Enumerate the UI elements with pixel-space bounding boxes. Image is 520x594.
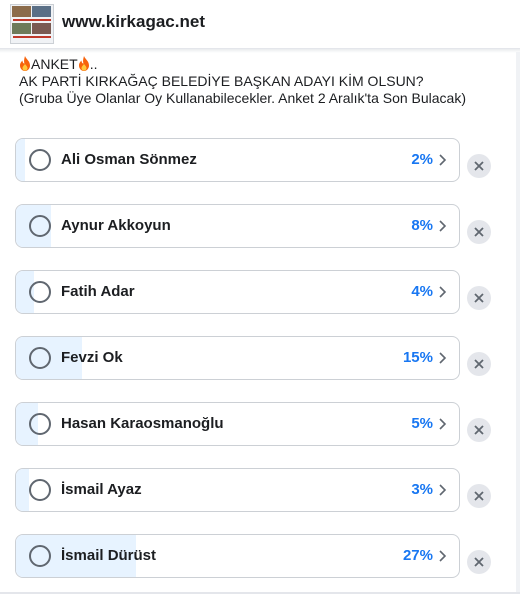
thumbnail-banner [13,36,51,38]
close-icon [474,359,484,369]
chevron-right-icon [439,484,447,496]
poll-option-ismail-durust[interactable]: İsmail Dürüst 27% [15,534,460,578]
vote-fill-bar [16,139,25,181]
radio-button[interactable] [29,215,51,237]
thumbnail-image [32,23,51,34]
post-line-1-suffix: .. [89,56,98,72]
fire-icon [20,56,30,71]
radio-button[interactable] [29,347,51,369]
radio-button[interactable] [29,545,51,567]
option-percent: 27% [402,547,433,564]
option-label: Ali Osman Sönmez [61,151,197,168]
chevron-right-icon [439,550,447,562]
close-icon [474,293,484,303]
poll-option-ismail-ayaz[interactable]: İsmail Ayaz 3% [15,468,460,512]
post-line-2: AK PARTİ KIRKAĞAÇ BELEDİYE BAŞKAN ADAYI … [19,73,424,89]
remove-option-button[interactable] [467,550,491,574]
post-text: ANKET .. AK PARTİ KIRKAĞAÇ BELEDİYE BAŞK… [19,56,514,107]
option-label: İsmail Dürüst [61,547,157,564]
chevron-right-icon [439,286,447,298]
poll-option-fatih-adar[interactable]: Fatih Adar 4% [15,270,460,314]
remove-option-button[interactable] [467,418,491,442]
chevron-right-icon [439,352,447,364]
poll-option-hasan-karaosmanoglu[interactable]: Hasan Karaosmanoğlu 5% [15,402,460,446]
thumbnail-image [12,23,31,34]
page-avatar-icon[interactable] [10,4,54,44]
option-percent: 5% [411,415,433,432]
post-line-3: (Gruba Üye Olanlar Oy Kullanabilecekler.… [19,90,467,106]
poll-option-ali-osman-sonmez[interactable]: Ali Osman Sönmez 2% [15,138,460,182]
radio-button[interactable] [29,149,51,171]
option-percent: 15% [402,349,433,366]
option-label: Hasan Karaosmanoğlu [61,415,224,432]
thumbnail-image [32,6,51,17]
option-label: Aynur Akkoyun [61,217,171,234]
close-icon [474,557,484,567]
vote-fill-bar [16,469,30,511]
option-percent: 2% [411,151,433,168]
radio-button[interactable] [29,413,51,435]
option-label: Fatih Adar [61,283,135,300]
chevron-right-icon [439,154,447,166]
option-percent: 4% [411,283,433,300]
close-icon [474,491,484,501]
scroll-edge [516,52,520,594]
remove-option-button[interactable] [467,286,491,310]
chevron-right-icon [439,418,447,430]
page-name-link[interactable]: www.kirkagac.net [62,12,205,32]
option-percent: 8% [411,217,433,234]
close-icon [474,425,484,435]
thumbnail-image [12,6,31,17]
close-icon [474,161,484,171]
radio-button[interactable] [29,281,51,303]
radio-button[interactable] [29,479,51,501]
chevron-right-icon [439,220,447,232]
fire-icon [78,56,89,71]
post-header: www.kirkagac.net [0,0,520,49]
remove-option-button[interactable] [467,154,491,178]
thumbnail-banner [13,19,51,21]
option-label: Fevzi Ok [61,349,123,366]
remove-option-button[interactable] [467,352,491,376]
remove-option-button[interactable] [467,484,491,508]
poll-option-fevzi-ok[interactable]: Fevzi Ok 15% [15,336,460,380]
option-percent: 3% [411,481,433,498]
post-line-1: ANKET .. [19,56,514,73]
remove-option-button[interactable] [467,220,491,244]
header-divider [0,49,520,53]
post-line-1-text: ANKET [31,56,78,72]
close-icon [474,227,484,237]
poll-option-aynur-akkoyun[interactable]: Aynur Akkoyun 8% [15,204,460,248]
option-label: İsmail Ayaz [61,481,142,498]
